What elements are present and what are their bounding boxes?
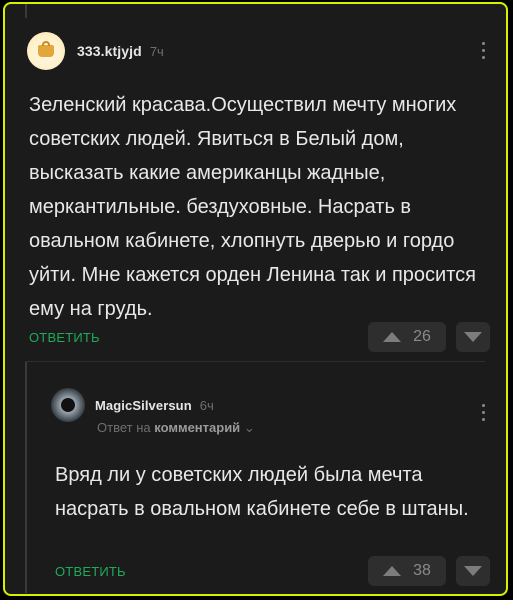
avatar-bag-icon	[38, 41, 54, 57]
username[interactable]: MagicSilversun	[95, 398, 192, 413]
avatar-disc-icon[interactable]	[51, 388, 85, 422]
timestamp: 7ч	[149, 43, 164, 59]
vote-count: 38	[413, 562, 431, 579]
reply-prefix: Ответ на	[97, 420, 151, 435]
comment-thread: 333.ktjyjd 7ч Зеленский красава.Осуществ…	[3, 2, 508, 596]
reply-divider	[25, 361, 485, 362]
upvote-button[interactable]: 26	[368, 322, 446, 352]
vote-count: 26	[413, 328, 431, 345]
more-dots-icon[interactable]	[482, 404, 486, 421]
comment-actions: ОТВЕТИТЬ 26	[5, 322, 506, 354]
upvote-button[interactable]: 38	[368, 556, 446, 586]
thread-line	[25, 4, 27, 18]
reply-target: комментарий	[154, 420, 241, 435]
downvote-icon	[464, 566, 482, 576]
downvote-button[interactable]	[456, 322, 490, 352]
comment-header: MagicSilversun 6ч	[51, 388, 214, 422]
downvote-icon	[464, 332, 482, 342]
timestamp: 6ч	[199, 397, 214, 413]
upvote-icon	[383, 332, 402, 342]
comment-text: Вряд ли у советских людей была мечта нас…	[55, 464, 469, 520]
username[interactable]: 333.ktjyjd	[77, 43, 142, 59]
reply-button[interactable]: ОТВЕТИТЬ	[29, 330, 100, 345]
chevron-down-icon: ⌄	[243, 420, 255, 435]
reply-button[interactable]: ОТВЕТИТЬ	[55, 564, 126, 579]
more-dots-icon[interactable]	[482, 42, 486, 59]
reply-to-link[interactable]: Ответ на комментарий ⌄	[97, 420, 255, 436]
upvote-icon	[383, 566, 402, 576]
downvote-button[interactable]	[456, 556, 490, 586]
comment-header: 333.ktjyjd 7ч	[27, 32, 164, 70]
comment-text: Зеленский красава.Осуществил мечту многи…	[29, 94, 476, 320]
avatar[interactable]	[27, 32, 65, 70]
comment-actions: ОТВЕТИТЬ 38	[5, 556, 506, 588]
